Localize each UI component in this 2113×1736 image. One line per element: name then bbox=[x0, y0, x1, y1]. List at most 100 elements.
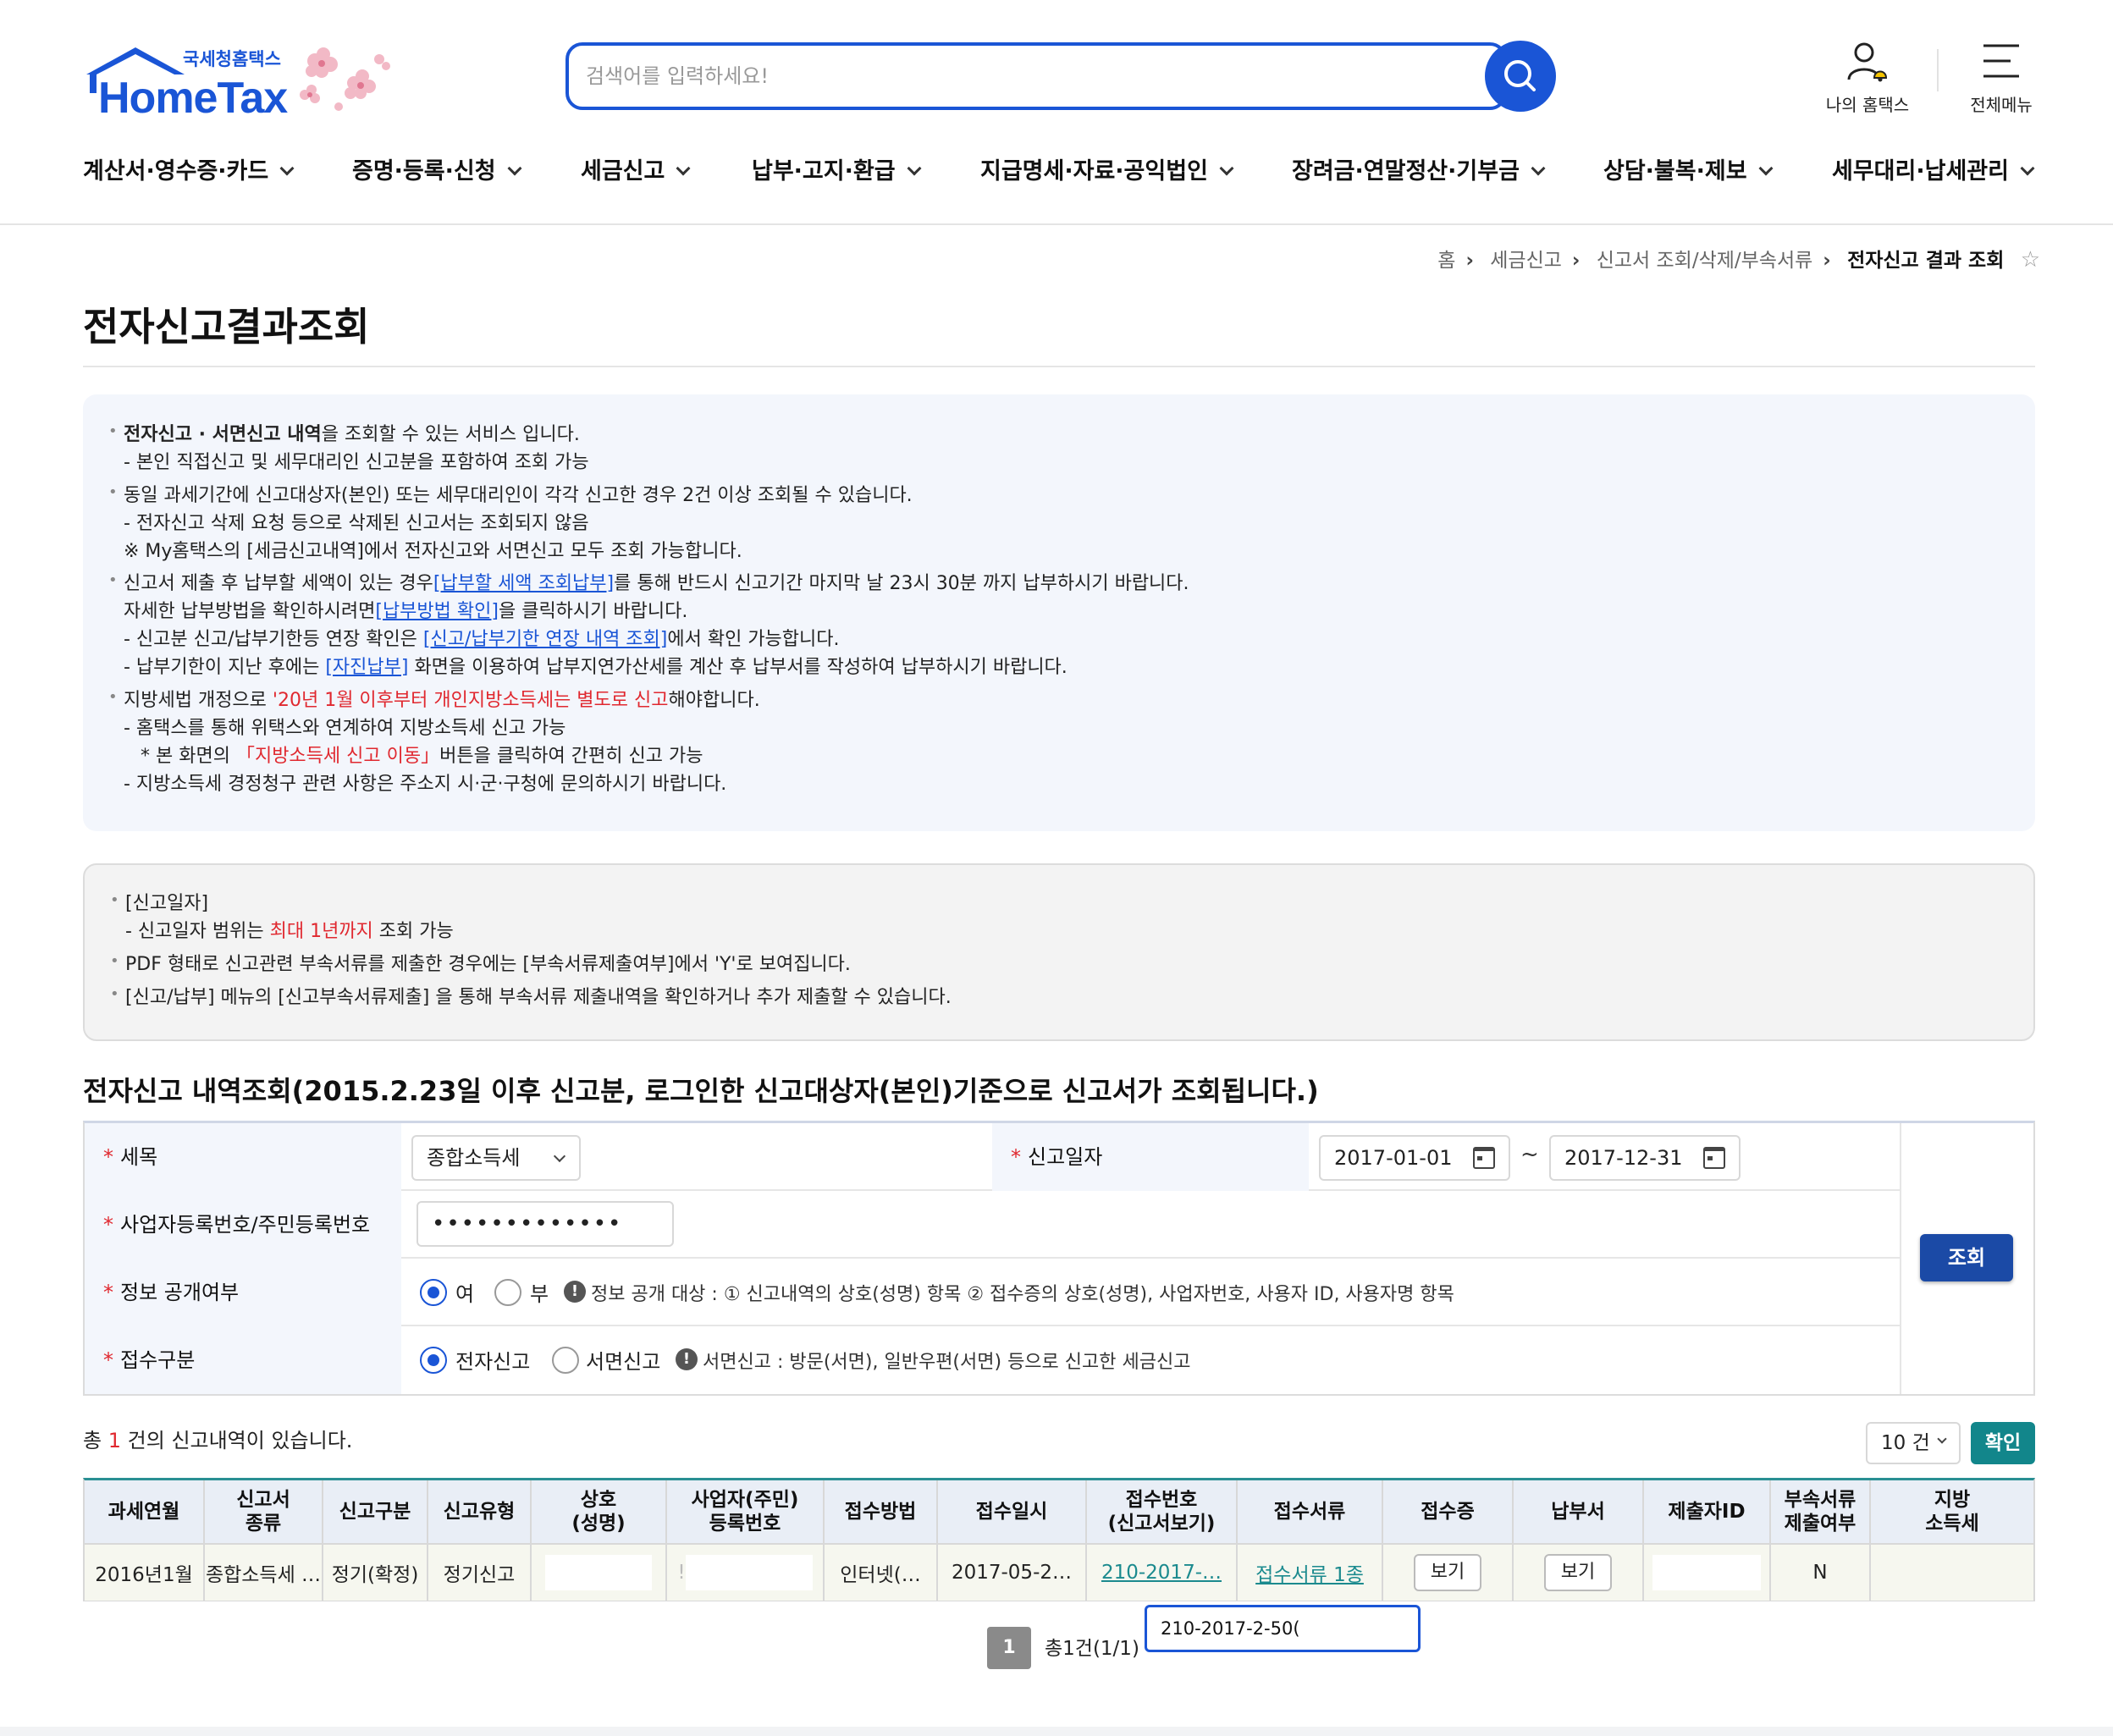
page-size-select[interactable]: 10 건 bbox=[1866, 1422, 1961, 1464]
table-cell-submitter bbox=[1644, 1543, 1771, 1601]
info-icon: ! bbox=[676, 1348, 698, 1370]
tax-item-select[interactable]: 종합소득세 bbox=[411, 1135, 581, 1181]
my-hometax-button[interactable]: 나의 홈택스 bbox=[1817, 41, 1918, 116]
pagination-page-1[interactable]: 1 bbox=[987, 1627, 1031, 1669]
table-cell-company bbox=[532, 1543, 667, 1601]
view-payment-button[interactable]: 보기 bbox=[1543, 1554, 1613, 1591]
notice-line: 자세한 납부방법을 확인하시려면[납부방법 확인]을 클릭하시기 바랍니다. bbox=[124, 601, 688, 622]
receipt-number-link[interactable]: 210-2017-… bbox=[1101, 1562, 1222, 1584]
chevron-down-icon bbox=[553, 1149, 566, 1163]
calendar-icon[interactable] bbox=[1473, 1147, 1495, 1169]
redaction-mask bbox=[1652, 1555, 1761, 1590]
favorite-star-icon[interactable]: ☆ bbox=[2021, 247, 2040, 273]
col-header: 접수서류 bbox=[1238, 1480, 1383, 1543]
date-to-input[interactable]: 2017-12-31 bbox=[1549, 1135, 1741, 1181]
disclose-info-text: 정보 공개 대상 : ① 신고내역의 상호(성명) 항목 ② 접수증의 상호(성… bbox=[591, 1284, 1454, 1305]
logo-korean: 국세청홈택스 bbox=[183, 49, 281, 69]
receipt-paper-radio[interactable] bbox=[552, 1347, 579, 1374]
id-label: * 사업자등록번호/주민등록번호 bbox=[85, 1191, 401, 1259]
col-header: 접수방법 bbox=[825, 1480, 938, 1543]
query-button[interactable]: 조회 bbox=[1920, 1234, 2013, 1281]
nav-item-consult[interactable]: 상담·불복·제보 bbox=[1603, 152, 1774, 188]
search-button[interactable] bbox=[1485, 41, 1556, 112]
col-header: 신고유형 bbox=[428, 1480, 532, 1543]
page-size-confirm-button[interactable]: 확인 bbox=[1971, 1422, 2035, 1464]
receipt-electronic-radio[interactable] bbox=[420, 1347, 447, 1374]
chevron-down-icon bbox=[279, 161, 295, 176]
title-divider bbox=[83, 366, 2035, 367]
view-receipt-button[interactable]: 보기 bbox=[1413, 1554, 1482, 1591]
chevron-down-icon bbox=[1758, 161, 1774, 176]
id-number-input[interactable]: ••••••••••••• bbox=[417, 1201, 674, 1247]
disclose-no-radio[interactable] bbox=[494, 1279, 521, 1306]
received-docs-link[interactable]: 접수서류 1종 bbox=[1255, 1558, 1364, 1587]
disclose-yes-radio[interactable] bbox=[420, 1279, 447, 1306]
col-header: 신고구분 bbox=[323, 1480, 428, 1543]
col-header-bizno: 사업자(주민) 등록번호 bbox=[691, 1489, 799, 1535]
breadcrumb-separator: › bbox=[1823, 250, 1831, 272]
form-row-receipt: * 접수구분 전자신고 서면신고 ! 서면신고 : 방문(서면), 일반우편(서면… bbox=[85, 1326, 1900, 1394]
chevron-down-icon bbox=[1531, 161, 1546, 176]
notice-line: • 전자신고 · 서면신고 내역을 조회할 수 있는 서비스 입니다. bbox=[108, 422, 580, 445]
report-date-label: * 신고일자 bbox=[992, 1123, 1309, 1191]
search-icon bbox=[1504, 60, 1536, 91]
link-extension-lookup[interactable]: [신고/납부기한 연장 내역 조회] bbox=[423, 629, 667, 650]
col-header: 사업자(주민) 등록번호 bbox=[667, 1480, 825, 1543]
form-row-tax-item: * 세목 종합소득세 * 신고일자 2017-01-01 ~ 2017-12-31 bbox=[85, 1123, 1900, 1191]
notice-line: • 동일 과세기간에 신고대상자(본인) 또는 세무대리인이 각각 신고한 경우 … bbox=[108, 483, 913, 506]
disclose-yes-label[interactable]: 여 bbox=[455, 1277, 474, 1307]
table-cell-receipt: 보기 bbox=[1383, 1543, 1514, 1601]
nav-item-incentive[interactable]: 장려금·연말정산·기부금 bbox=[1292, 152, 1546, 188]
breadcrumb-report-lookup[interactable]: 신고서 조회/삭제/부속서류 bbox=[1597, 250, 1813, 272]
notice-line: * 본 화면의 「지방소득세 신고 이동」버튼을 클릭하여 간편히 신고 가능 bbox=[141, 746, 703, 767]
all-menu-label: 전체메뉴 bbox=[1970, 95, 2033, 115]
chevron-down-icon bbox=[2020, 161, 2035, 176]
table-cell-payment: 보기 bbox=[1514, 1543, 1644, 1601]
notice-line: - 본인 직접신고 및 세무대리인 신고분을 포함하여 조회 가능 bbox=[124, 452, 589, 473]
chevron-down-icon bbox=[1937, 1434, 1947, 1444]
chevron-down-icon bbox=[1219, 161, 1234, 176]
table-cell-receipt-no: 210-2017-… bbox=[1087, 1543, 1238, 1601]
form-row-id: * 사업자등록번호/주민등록번호 ••••••••••••• bbox=[85, 1191, 1900, 1259]
tax-item-label: * 세목 bbox=[85, 1123, 401, 1191]
notice-line: • PDF 형태로 신고관련 부속서류를 제출한 경우에는 [부속서류제출여부]에… bbox=[110, 952, 851, 975]
notice-line: • [신고/납부] 메뉴의 [신고부속서류제출] 을 통해 부속서류 제출내역을 … bbox=[110, 985, 952, 1008]
col-header: 과세연월 bbox=[85, 1480, 205, 1543]
form-divider bbox=[1900, 1123, 1901, 1394]
all-menu-button[interactable]: 전체메뉴 bbox=[1952, 41, 2050, 116]
search-input[interactable] bbox=[586, 56, 1415, 96]
info-icon: ! bbox=[564, 1281, 586, 1303]
nav-item-agent[interactable]: 세무대리·납세관리 bbox=[1832, 152, 2035, 188]
breadcrumb-tax-report[interactable]: 세금신고 bbox=[1490, 250, 1562, 272]
notice-line: - 홈택스를 통해 위택스와 연계하여 지방소득세 신고 가능 bbox=[124, 718, 566, 739]
breadcrumb-home[interactable]: 홈 bbox=[1437, 250, 1455, 272]
table-cell-datetime: 2017-05-2… bbox=[938, 1543, 1087, 1601]
table-cell-method: 인터넷(… bbox=[825, 1543, 938, 1601]
nav-item-invoice[interactable]: 계산서·영수증·카드 bbox=[83, 152, 295, 188]
nav-item-statements[interactable]: 지급명세·자료·공익법인 bbox=[980, 152, 1234, 188]
nav-item-certificate[interactable]: 증명·등록·신청 bbox=[352, 152, 522, 188]
link-payment-method[interactable]: [납부방법 확인] bbox=[375, 601, 499, 622]
calendar-icon[interactable] bbox=[1703, 1147, 1725, 1169]
pagination-total: 총1건(1/1) bbox=[1045, 1638, 1139, 1660]
receipt-paper-label[interactable]: 서면신고 bbox=[586, 1345, 660, 1375]
link-pay-tax[interactable]: [납부할 세액 조회납부] bbox=[433, 573, 614, 594]
user-bell-icon bbox=[1847, 42, 1888, 82]
notice-box-main: • 전자신고 · 서면신고 내역을 조회할 수 있는 서비스 입니다. - 본인 … bbox=[83, 394, 2035, 831]
notice-box-conditions: • [신고일자] - 신고일자 범위는 최대 1년까지 조회 가능 • PDF 형태… bbox=[83, 863, 2035, 1041]
nav-item-tax-report[interactable]: 세금신고 bbox=[581, 152, 691, 188]
disclose-no-label[interactable]: 부 bbox=[530, 1277, 549, 1307]
notice-line-highlight: ※ My홈택스의 [세금신고내역]에서 전자신고와 서면신고 모두 조회 가능합… bbox=[124, 541, 742, 562]
col-header-report-type: 신고서 종류 bbox=[236, 1489, 290, 1535]
date-from-input[interactable]: 2017-01-01 bbox=[1319, 1135, 1510, 1181]
link-self-payment[interactable]: [자진납부] bbox=[325, 657, 408, 678]
receipt-number-tooltip: 210-2017-2-50( bbox=[1145, 1605, 1421, 1652]
table-cell-bizno: ! bbox=[667, 1543, 825, 1601]
receipt-electronic-label[interactable]: 전자신고 bbox=[455, 1345, 530, 1375]
col-header-receipt-no: 접수번호 (신고서보기) bbox=[1107, 1489, 1216, 1535]
nav-item-payment[interactable]: 납부·고지·환급 bbox=[752, 152, 922, 188]
search-box bbox=[565, 42, 1507, 110]
hometax-logo[interactable]: 국세청홈택스 HomeTax bbox=[83, 42, 405, 123]
breadcrumb: 홈 › 세금신고 › 신고서 조회/삭제/부속서류 › 전자신고 결과 조회 ☆ bbox=[1437, 244, 2040, 273]
col-header: 신고서 종류 bbox=[205, 1480, 323, 1543]
